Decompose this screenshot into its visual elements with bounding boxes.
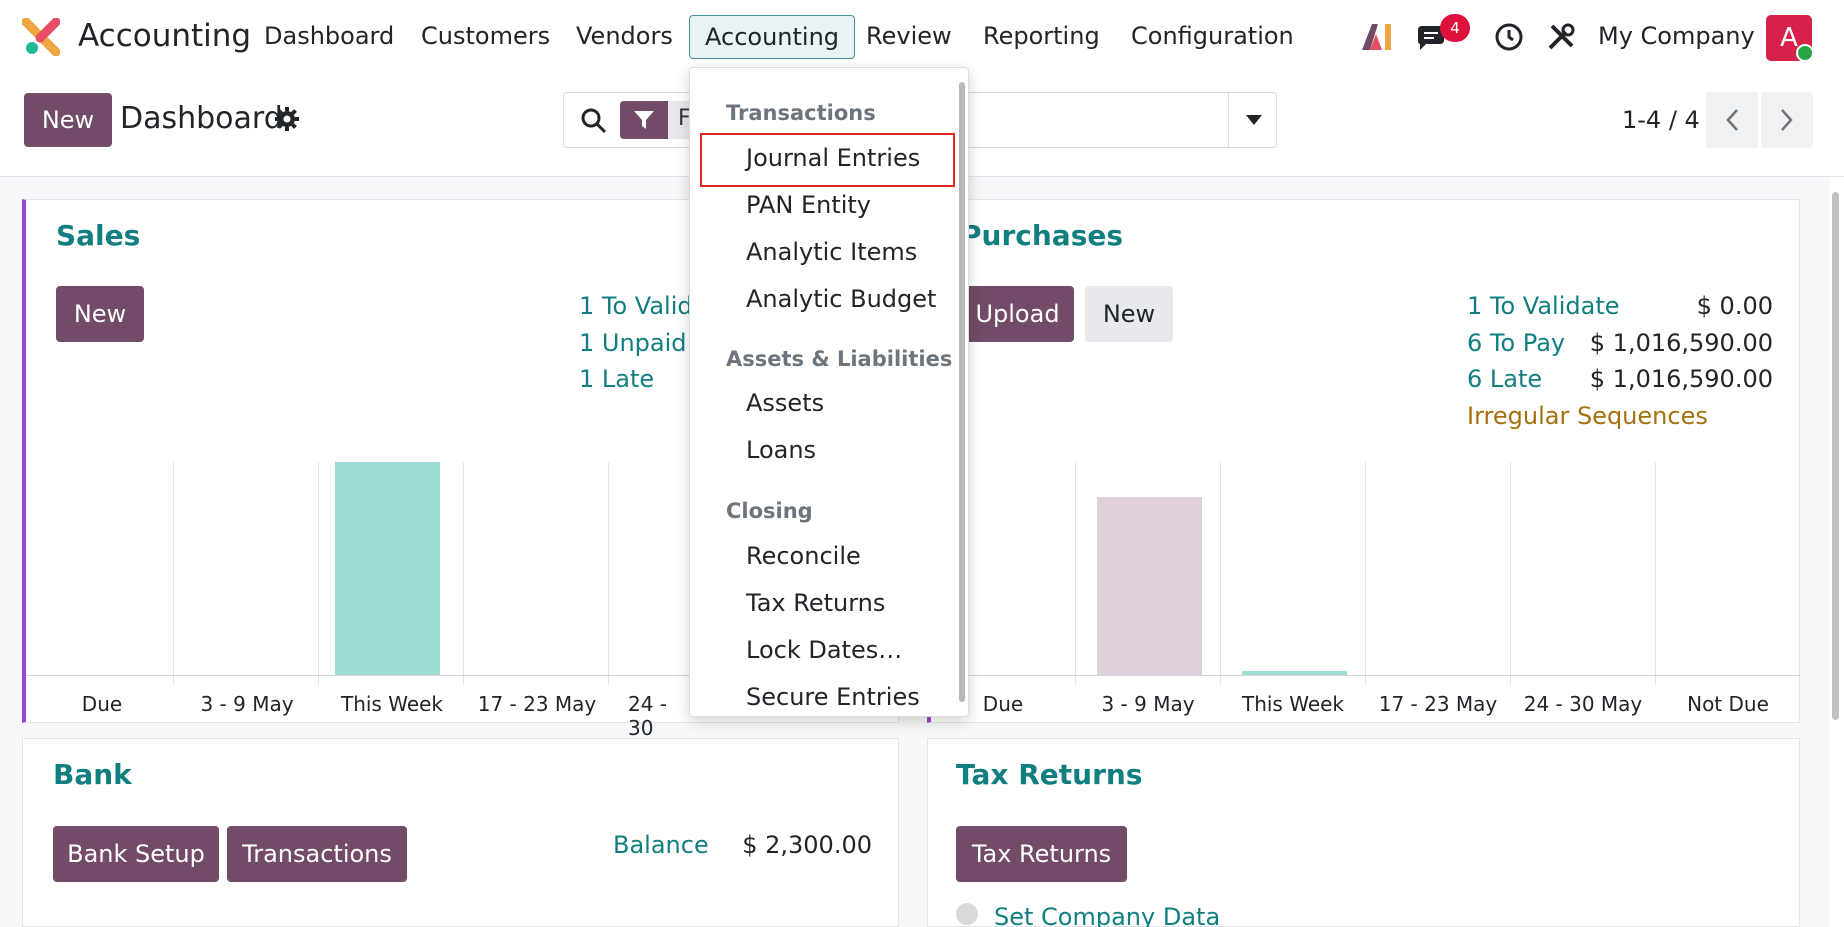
pager-value[interactable]: 1-4 / 4 bbox=[1622, 106, 1700, 134]
purchases-tick-3-9-may: 3 - 9 May bbox=[1101, 692, 1195, 716]
purchases-new-button[interactable]: New bbox=[1085, 286, 1173, 342]
nav-review[interactable]: Review bbox=[866, 22, 952, 50]
purchases-chart-gridline bbox=[1075, 462, 1076, 685]
purchases-to-validate-link[interactable]: 1 To Validate bbox=[1467, 292, 1620, 320]
tax-returns-card: Tax Returns Tax Returns Set Company Data bbox=[927, 738, 1800, 927]
company-switcher[interactable]: My Company bbox=[1598, 22, 1755, 50]
menu-item-analytic-budget[interactable]: Analytic Budget bbox=[746, 285, 936, 313]
purchases-chart-gridline bbox=[1510, 462, 1511, 685]
sales-late-link[interactable]: 1 Late bbox=[579, 365, 654, 393]
step-status-dot bbox=[956, 903, 978, 925]
tax-card-title[interactable]: Tax Returns bbox=[956, 758, 1142, 791]
bank-setup-button[interactable]: Bank Setup bbox=[53, 826, 219, 882]
top-navbar: Accounting Dashboard Customers Vendors A… bbox=[0, 0, 1844, 75]
sales-tick-3-9-may: 3 - 9 May bbox=[200, 692, 294, 716]
new-button[interactable]: New bbox=[24, 93, 112, 147]
purchases-tick-17-23-may: 17 - 23 May bbox=[1378, 692, 1498, 716]
nav-dashboard[interactable]: Dashboard bbox=[264, 22, 394, 50]
menu-item-analytic-items[interactable]: Analytic Items bbox=[746, 238, 917, 266]
nav-customers[interactable]: Customers bbox=[421, 22, 550, 50]
accounting-dropdown-menu: Transactions Journal Entries PAN Entity … bbox=[689, 67, 969, 717]
dropdown-header-closing: Closing bbox=[726, 499, 813, 523]
page-title: Dashboard bbox=[120, 101, 283, 136]
menu-item-loans[interactable]: Loans bbox=[746, 436, 816, 464]
menu-item-lock-dates[interactable]: Lock Dates… bbox=[746, 636, 902, 664]
sales-card-title[interactable]: Sales bbox=[56, 219, 140, 252]
purchases-tick-this-week: This Week bbox=[1241, 692, 1345, 716]
filter-icon bbox=[634, 111, 654, 129]
bank-transactions-button[interactable]: Transactions bbox=[227, 826, 407, 882]
debug-tools-icon[interactable] bbox=[1546, 22, 1576, 52]
purchases-to-pay-amount: $ 1,016,590.00 bbox=[1589, 329, 1773, 357]
purchases-to-validate-amount: $ 0.00 bbox=[1696, 292, 1773, 320]
online-status-dot bbox=[1796, 44, 1814, 62]
menu-item-reconcile[interactable]: Reconcile bbox=[746, 542, 861, 570]
sales-tick-17-23-may: 17 - 23 May bbox=[477, 692, 597, 716]
search-icon[interactable] bbox=[580, 107, 608, 135]
activity-clock-icon[interactable] bbox=[1494, 22, 1524, 52]
upload-button[interactable]: Upload bbox=[961, 286, 1074, 342]
menu-item-assets[interactable]: Assets bbox=[746, 389, 824, 417]
nav-vendors[interactable]: Vendors bbox=[576, 22, 673, 50]
sales-chart-gridline bbox=[173, 462, 174, 685]
menu-item-journal-entries[interactable]: Journal Entries bbox=[746, 144, 920, 172]
bank-journal-card: Bank Bank Setup Transactions Balance $ 2… bbox=[22, 738, 899, 927]
purchases-late-link[interactable]: 6 Late bbox=[1467, 365, 1542, 393]
chevron-left-icon bbox=[1726, 109, 1738, 131]
sales-tick-due: Due bbox=[81, 692, 123, 716]
app-title[interactable]: Accounting bbox=[78, 18, 251, 54]
sales-chart-gridline bbox=[318, 462, 319, 685]
purchases-bar-3-9-may[interactable] bbox=[1097, 497, 1202, 675]
messages-count-badge: 4 bbox=[1440, 14, 1470, 42]
gear-icon[interactable] bbox=[274, 106, 300, 132]
dropdown-header-transactions: Transactions bbox=[726, 101, 876, 125]
ai-icon[interactable] bbox=[1360, 22, 1394, 52]
nav-reporting[interactable]: Reporting bbox=[983, 22, 1100, 50]
tax-returns-button[interactable]: Tax Returns bbox=[956, 826, 1127, 882]
purchases-tick-24-30-may: 24 - 30 May bbox=[1523, 692, 1643, 716]
purchases-card-title[interactable]: Purchases bbox=[961, 219, 1123, 252]
sales-unpaid-link[interactable]: 1 Unpaid bbox=[579, 329, 687, 357]
set-company-data-link[interactable]: Set Company Data bbox=[994, 903, 1220, 927]
sales-tick-this-week: This Week bbox=[340, 692, 444, 716]
purchases-chart-gridline bbox=[1220, 462, 1221, 685]
dropdown-header-assets-liabilities: Assets & Liabilities bbox=[726, 347, 953, 371]
purchases-late-amount: $ 1,016,590.00 bbox=[1589, 365, 1773, 393]
filter-facet[interactable] bbox=[620, 101, 668, 139]
bank-card-title[interactable]: Bank bbox=[53, 758, 132, 791]
purchases-chart-gridline bbox=[1655, 462, 1656, 685]
bank-balance-amount: $ 2,300.00 bbox=[742, 831, 872, 859]
chevron-right-icon bbox=[1781, 109, 1793, 131]
sales-chart-gridline bbox=[463, 462, 464, 685]
bank-balance-link[interactable]: Balance bbox=[613, 831, 709, 859]
sales-bar-this-week[interactable] bbox=[335, 462, 440, 675]
pager-next-button[interactable] bbox=[1761, 92, 1813, 148]
search-options-toggle[interactable] bbox=[1228, 93, 1278, 147]
purchases-tick-not-due: Not Due bbox=[1687, 692, 1769, 716]
sales-chart-gridline bbox=[608, 462, 609, 685]
sales-new-button[interactable]: New bbox=[56, 286, 144, 342]
nav-configuration[interactable]: Configuration bbox=[1131, 22, 1294, 50]
purchases-chart-gridline bbox=[1365, 462, 1366, 685]
menu-item-pan-entity[interactable]: PAN Entity bbox=[746, 191, 871, 219]
accounting-logo-icon[interactable] bbox=[22, 18, 60, 56]
menu-item-tax-returns[interactable]: Tax Returns bbox=[746, 589, 885, 617]
pager-previous-button[interactable] bbox=[1706, 92, 1758, 148]
menu-item-secure-entries[interactable]: Secure Entries bbox=[746, 683, 920, 711]
irregular-sequences-link[interactable]: Irregular Sequences bbox=[1467, 402, 1708, 430]
purchases-chart-axis bbox=[931, 675, 1800, 676]
sales-tick-24-30: 24 - 30 bbox=[628, 692, 668, 740]
page-scrollbar[interactable] bbox=[1832, 192, 1839, 720]
purchases-to-pay-link[interactable]: 6 To Pay bbox=[1467, 329, 1565, 357]
caret-down-icon bbox=[1246, 115, 1262, 125]
dropdown-scrollbar[interactable] bbox=[959, 82, 965, 702]
nav-accounting[interactable]: Accounting bbox=[689, 15, 856, 59]
purchases-journal-card: Purchases Upload New 1 To Validate $ 0.0… bbox=[927, 199, 1800, 723]
